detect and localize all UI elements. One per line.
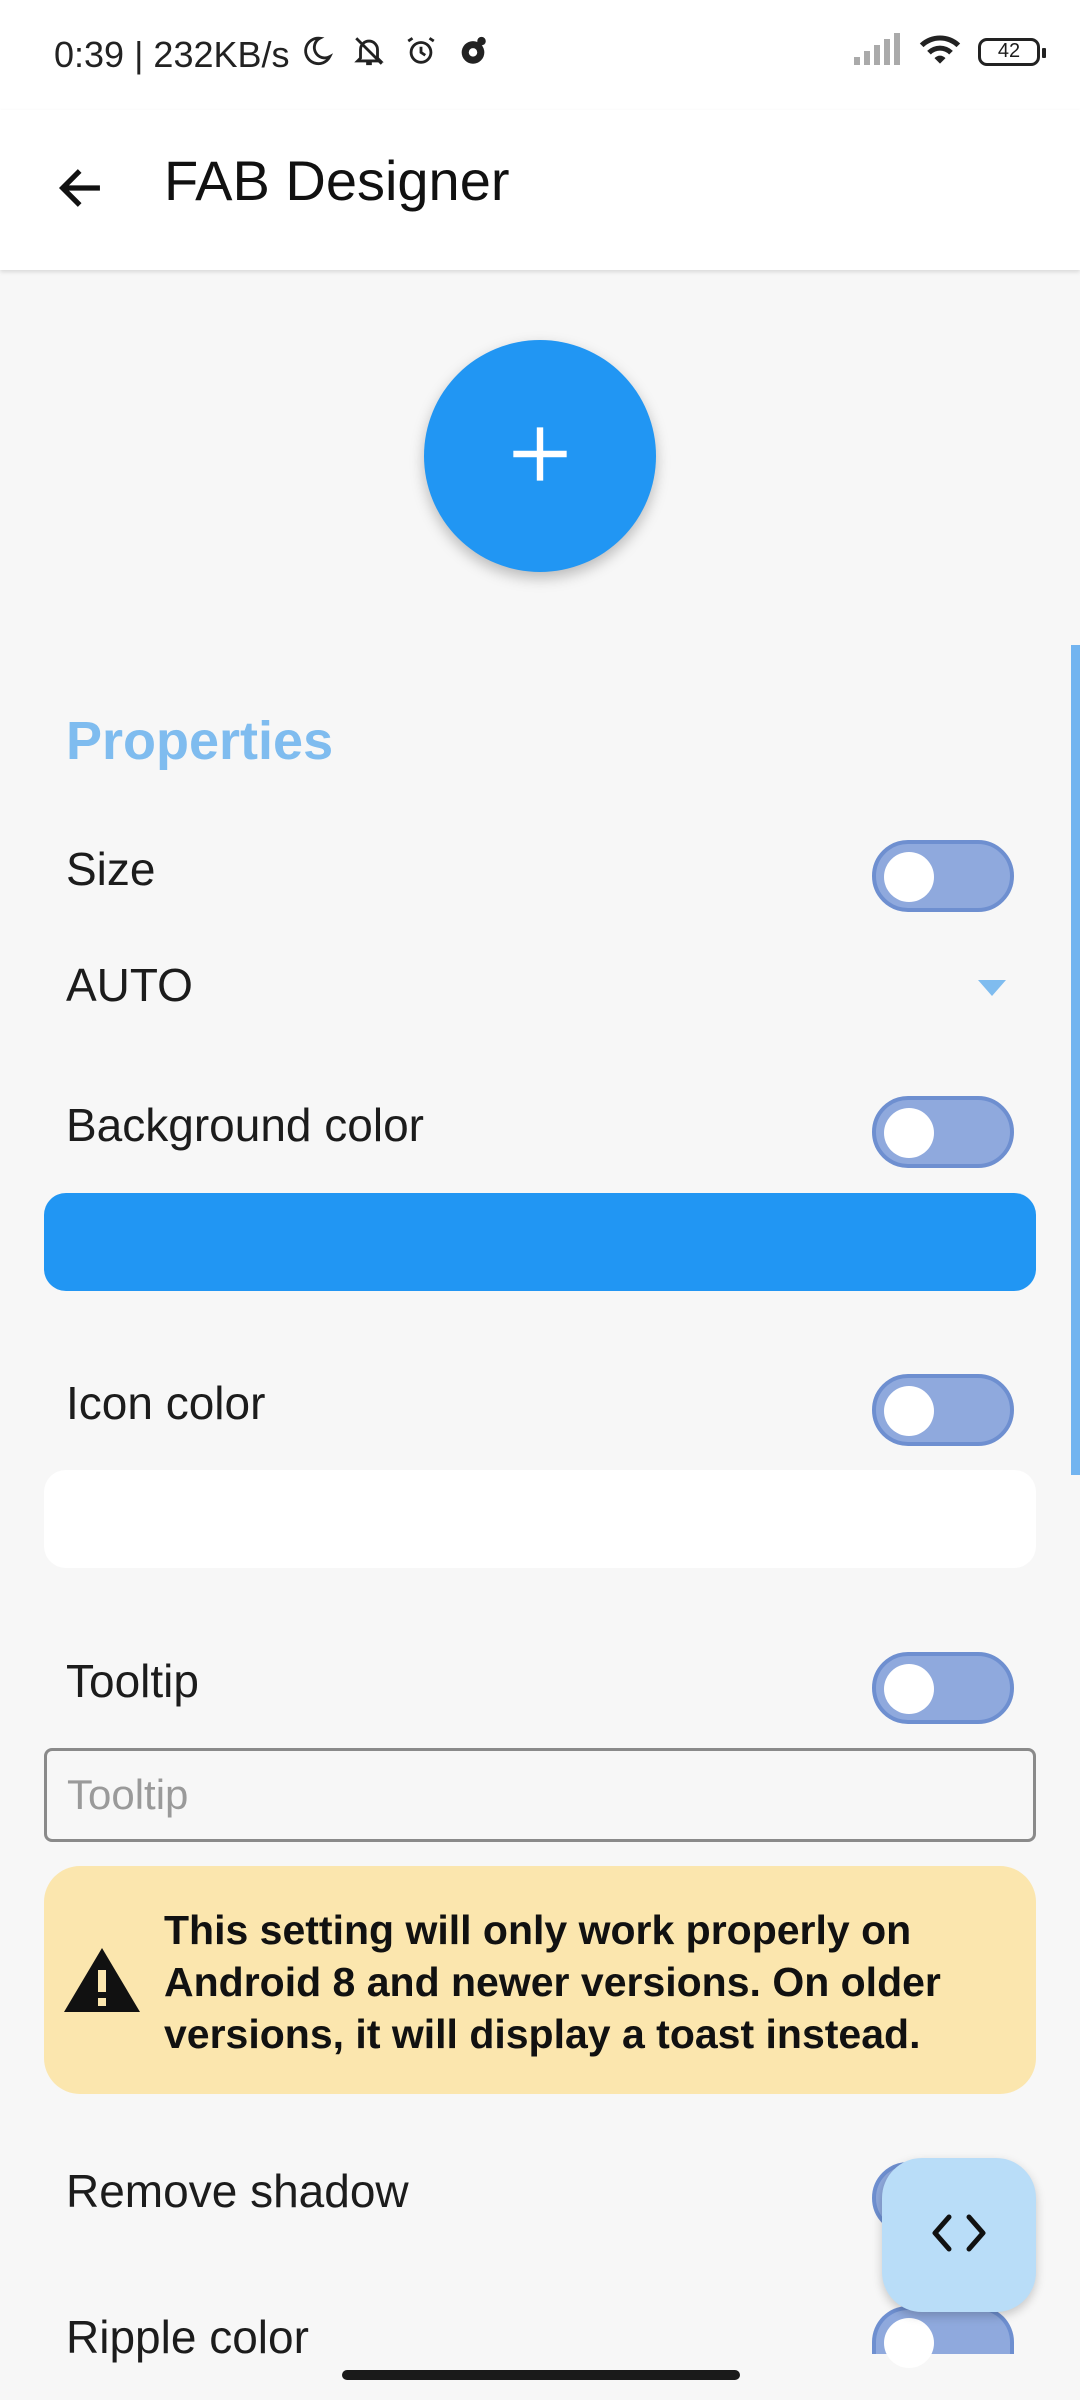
- tooltip-input[interactable]: [44, 1748, 1036, 1842]
- size-toggle[interactable]: [872, 840, 1014, 912]
- arrow-left-icon: [54, 162, 106, 219]
- code-brackets-icon: [929, 2211, 989, 2260]
- toggle-knob: [884, 1386, 934, 1436]
- status-bar: 0:39 | 232KB/s 42: [0, 0, 1080, 110]
- remove-shadow-label: Remove shadow: [66, 2165, 409, 2217]
- icon-color-label: Icon color: [66, 1377, 266, 1429]
- toggle-knob: [884, 852, 934, 902]
- tooltip-label: Tooltip: [66, 1655, 199, 1707]
- ripple-color-toggle[interactable]: [872, 2306, 1014, 2368]
- toggle-knob: [884, 1108, 934, 1158]
- bell-off-icon: [352, 34, 386, 73]
- ripple-color-label: Ripple color: [66, 2311, 309, 2363]
- page-title: FAB Designer: [164, 149, 510, 212]
- plus-icon: [508, 422, 572, 491]
- moon-icon: [300, 34, 334, 73]
- battery-icon: 42: [978, 37, 1046, 66]
- back-button[interactable]: [40, 150, 120, 230]
- app-bar: FAB Designer: [0, 110, 1080, 270]
- status-time-speed: 0:39 | 232KB/s: [54, 34, 290, 75]
- tooltip-toggle[interactable]: [872, 1652, 1014, 1724]
- chevron-down-icon[interactable]: [978, 980, 1006, 996]
- size-label: Size: [66, 843, 156, 895]
- warning-box: This setting will only work properly on …: [44, 1866, 1036, 2094]
- warning-text: This setting will only work properly on …: [164, 1907, 941, 2057]
- alarm-icon: [404, 34, 438, 73]
- preview-fab[interactable]: [424, 340, 656, 572]
- status-icons-right: 42: [852, 32, 1046, 71]
- status-icons-left: [300, 34, 490, 73]
- icon-color-swatch[interactable]: [44, 1470, 1036, 1568]
- view-code-button[interactable]: [882, 2158, 1036, 2312]
- background-color-toggle[interactable]: [872, 1096, 1014, 1168]
- background-color-swatch[interactable]: [44, 1193, 1036, 1291]
- wifi-icon: [918, 32, 962, 71]
- toggle-knob: [884, 1664, 934, 1714]
- size-dropdown[interactable]: AUTO: [66, 958, 193, 1012]
- toggle-knob: [884, 2318, 934, 2368]
- gesture-nav-handle[interactable]: [342, 2370, 740, 2380]
- background-color-label: Background color: [66, 1099, 424, 1151]
- scrollbar[interactable]: [1071, 645, 1080, 1475]
- app-notification-icon: [456, 34, 490, 73]
- battery-level: 42: [997, 40, 1021, 62]
- warning-icon: [62, 1944, 142, 2019]
- section-title-properties: Properties: [66, 711, 334, 771]
- signal-icon: [852, 33, 902, 70]
- icon-color-toggle[interactable]: [872, 1374, 1014, 1446]
